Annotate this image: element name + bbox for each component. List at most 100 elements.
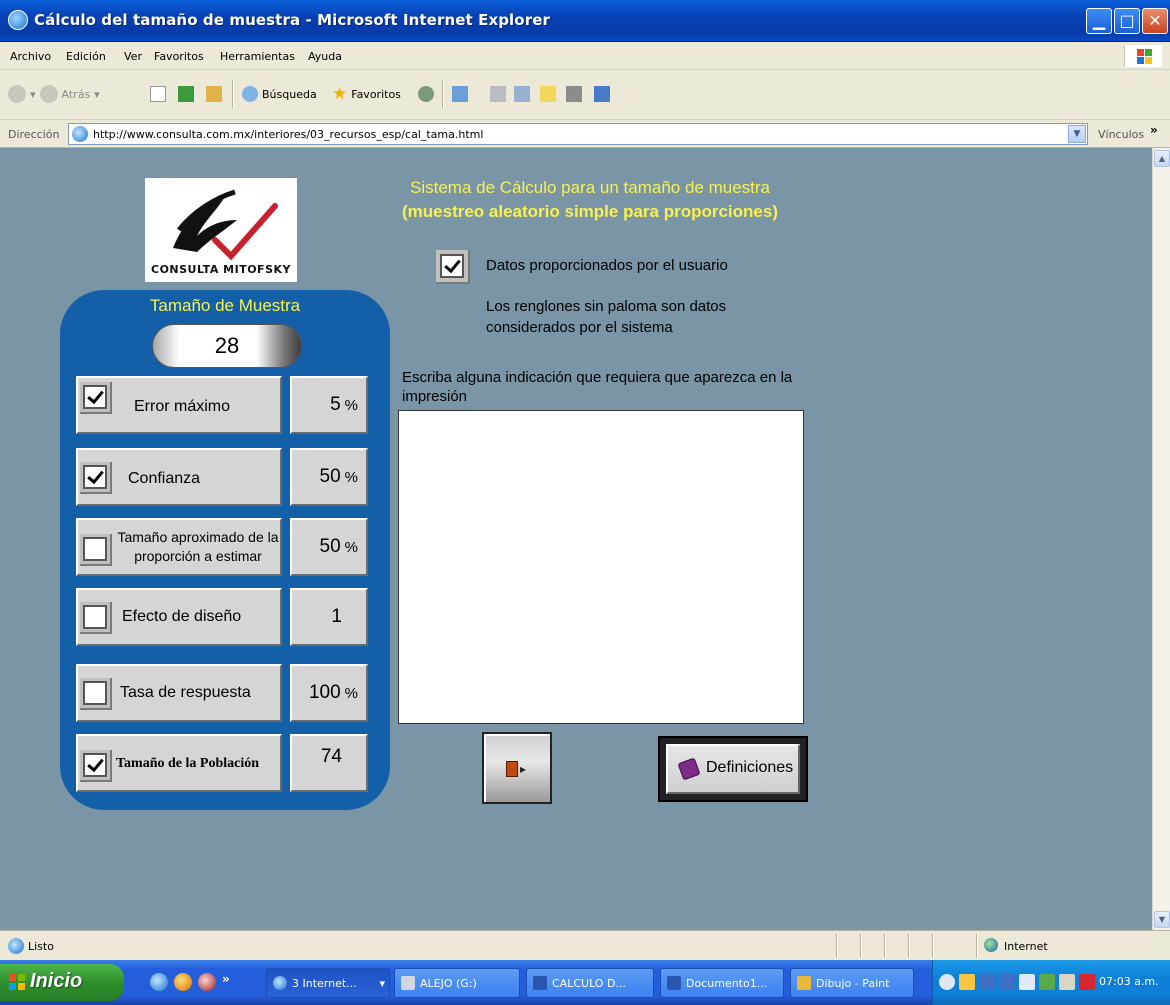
refresh-icon[interactable] <box>178 86 194 102</box>
row-label-box: Tasa de respuesta <box>76 664 282 722</box>
chevron-icon[interactable]: » <box>1150 123 1158 137</box>
task-documento[interactable]: Documento1... <box>660 968 784 998</box>
scroll-down-icon[interactable]: ▼ <box>1154 911 1170 928</box>
quicklaunch-app-icon[interactable] <box>198 973 216 991</box>
tray-app-icon[interactable] <box>959 974 975 990</box>
tamano-proporcion-checkbox[interactable] <box>83 537 107 561</box>
sample-size-value: 28 <box>214 333 240 358</box>
menu-archivo[interactable]: Archivo <box>10 50 51 63</box>
task-label: Dibujo - Paint <box>816 976 890 990</box>
links-label[interactable]: Vínculos <box>1098 128 1144 141</box>
task-label: ALEJO (G:) <box>420 976 477 990</box>
row-label-box: Confianza <box>76 448 282 506</box>
user-data-checkbox-frame[interactable] <box>436 250 470 284</box>
star-icon: ★ <box>332 84 348 104</box>
task-alejo[interactable]: ALEJO (G:) <box>394 968 520 998</box>
taskbar-clock: 07:03 a.m. <box>1099 975 1159 988</box>
exit-arrow-icon: ▸ <box>520 762 527 776</box>
maximize-button[interactable]: □ <box>1114 8 1140 34</box>
menu-favoritos[interactable]: Favoritos <box>154 50 204 63</box>
print-note-textarea[interactable] <box>398 410 804 724</box>
back-button[interactable]: ▾ Atrás ▾ <box>8 83 100 105</box>
address-dropdown-icon[interactable]: ▼ <box>1068 125 1086 143</box>
print-icon[interactable] <box>490 86 506 102</box>
task-label: CALCULO D... <box>552 976 626 990</box>
exit-button[interactable]: ▸ <box>482 732 552 804</box>
tasa-respuesta-checkbox[interactable] <box>83 681 107 705</box>
error-maximo-value-box[interactable]: 5% <box>290 376 368 434</box>
checkbox-frame[interactable] <box>80 602 112 634</box>
browser-window: Cálculo del tamaño de muestra - Microsof… <box>0 0 1170 1005</box>
tray-network-icon[interactable] <box>979 974 995 990</box>
tray-vc-icon[interactable] <box>1019 974 1035 990</box>
tasa-respuesta-value-box[interactable]: 100% <box>290 664 368 722</box>
status-bar: Listo Internet <box>0 930 1170 960</box>
tamano-poblacion-value: 74 <box>320 746 342 767</box>
address-input[interactable]: http://www.consulta.com.mx/interiores/03… <box>68 123 1088 145</box>
address-bar: Dirección http://www.consulta.com.mx/int… <box>0 120 1170 148</box>
user-data-checkbox[interactable] <box>440 254 464 278</box>
exit-door-icon <box>506 761 518 777</box>
efecto-diseno-checkbox[interactable] <box>83 605 107 629</box>
tray-expand-icon[interactable] <box>939 974 955 990</box>
consulta-mitofsky-logo: CONSULTA MITOFSKY <box>145 178 297 282</box>
edit-icon[interactable] <box>514 86 530 102</box>
minimize-button[interactable]: ▁ <box>1086 8 1112 34</box>
drive-icon <box>401 976 415 990</box>
tray-users-icon[interactable] <box>1039 974 1055 990</box>
discuss-icon[interactable] <box>540 86 556 102</box>
internet-explorer-icon <box>8 10 28 30</box>
tray-network2-icon[interactable] <box>999 974 1015 990</box>
tamano-poblacion-value-box[interactable]: 74 <box>290 734 368 792</box>
efecto-diseno-value-box[interactable]: 1 <box>290 588 368 646</box>
search-label: Búsqueda <box>262 87 317 101</box>
tamano-poblacion-checkbox[interactable] <box>83 753 107 777</box>
menu-ayuda[interactable]: Ayuda <box>308 50 342 63</box>
ie-task-icon <box>273 976 287 990</box>
confianza-checkbox[interactable] <box>83 465 107 489</box>
tamano-proporcion-value-box[interactable]: 50% <box>290 518 368 576</box>
vertical-scrollbar[interactable]: ▲ ▼ <box>1152 148 1170 930</box>
checkbox-frame[interactable] <box>80 462 112 494</box>
research-icon[interactable] <box>566 86 582 102</box>
checkbox-frame[interactable] <box>80 534 112 566</box>
checkbox-frame[interactable] <box>80 750 112 782</box>
start-button[interactable]: Inicio <box>0 964 124 1001</box>
home-icon[interactable] <box>206 86 222 102</box>
mail-icon[interactable] <box>452 86 468 102</box>
task-calculo[interactable]: CALCULO D... <box>526 968 654 998</box>
menu-herramientas[interactable]: Herramientas <box>220 50 295 63</box>
tamano-proporcion-value: 50 <box>319 536 341 557</box>
menu-edicion[interactable]: Edición <box>66 50 106 63</box>
quicklaunch-more-icon[interactable]: » <box>222 972 230 986</box>
title-bar: Cálculo del tamaño de muestra - Microsof… <box>0 0 1170 42</box>
back-label: Atrás <box>61 87 91 101</box>
tray-security-icon[interactable] <box>1079 974 1095 990</box>
quicklaunch-media-icon[interactable] <box>174 973 192 991</box>
scroll-up-icon[interactable]: ▲ <box>1154 150 1170 167</box>
definitions-button[interactable]: Definiciones <box>658 736 808 802</box>
stop-icon[interactable] <box>150 86 166 102</box>
close-button[interactable]: ✕ <box>1142 8 1168 34</box>
messenger-icon[interactable] <box>594 86 610 102</box>
tamano-proporcion-unit: % <box>344 539 358 556</box>
task-label: Documento1... <box>686 976 768 990</box>
definitions-label: Definiciones <box>706 759 794 776</box>
tray-volume-icon[interactable] <box>1059 974 1075 990</box>
search-button[interactable]: Búsqueda <box>242 83 317 105</box>
favorites-label: Favoritos <box>351 87 401 101</box>
favorites-button[interactable]: ★ Favoritos <box>332 83 401 105</box>
task-label: 3 Internet... <box>292 976 357 990</box>
task-internet[interactable]: 3 Internet... ▾ <box>266 968 390 998</box>
confianza-value-box[interactable]: 50% <box>290 448 368 506</box>
quicklaunch-ie-icon[interactable] <box>150 973 168 991</box>
checkbox-frame[interactable] <box>80 678 112 710</box>
task-paint[interactable]: Dibujo - Paint <box>790 968 914 998</box>
tasa-respuesta-label: Tasa de respuesta <box>120 684 251 701</box>
print-note-label: Escriba alguna indicación que requiera q… <box>402 369 793 405</box>
security-zone-label: Internet <box>1004 940 1048 953</box>
history-icon[interactable] <box>418 86 434 102</box>
checkbox-frame[interactable] <box>80 382 112 414</box>
error-maximo-checkbox[interactable] <box>83 385 107 409</box>
menu-ver[interactable]: Ver <box>124 50 142 63</box>
